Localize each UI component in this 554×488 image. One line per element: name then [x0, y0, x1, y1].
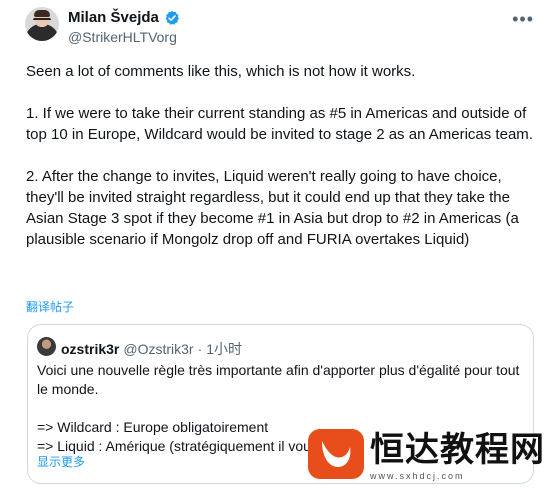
tweet: Milan Švejda @StrikerHLTVorg ••• Seen a …	[0, 0, 554, 488]
avatar-glasses	[33, 18, 51, 23]
more-options-icon[interactable]: •••	[512, 9, 534, 30]
author-handle[interactable]: @StrikerHLTVorg	[68, 29, 177, 45]
translate-link[interactable]: 翻译帖子	[26, 298, 74, 315]
site-watermark: 恒达教程网 www.sxhdcj.com	[304, 424, 554, 488]
quote-author-avatar[interactable]	[37, 337, 56, 356]
quote-time[interactable]: 1小时	[206, 339, 242, 359]
show-more-link[interactable]: 显示更多	[37, 453, 85, 470]
quote-author-name[interactable]: ozstrik3r	[61, 341, 119, 357]
verified-badge-icon	[164, 10, 180, 26]
quote-header: ozstrik3r @Ozstrik3r · 1小时	[61, 339, 242, 359]
watermark-url: www.sxhdcj.com	[370, 471, 465, 481]
author-avatar[interactable]	[25, 7, 59, 41]
avatar-hair	[34, 10, 50, 17]
tweet-text: Seen a lot of comments like this, which …	[26, 63, 533, 248]
author-name[interactable]: Milan Švejda	[68, 9, 159, 26]
quote-separator: ·	[197, 341, 203, 357]
watermark-brand: 恒达教程网	[370, 430, 545, 470]
quote-author-handle[interactable]: @Ozstrik3r	[123, 341, 193, 357]
watermark-logo-icon	[308, 429, 364, 479]
author-name-row: Milan Švejda	[68, 9, 180, 26]
